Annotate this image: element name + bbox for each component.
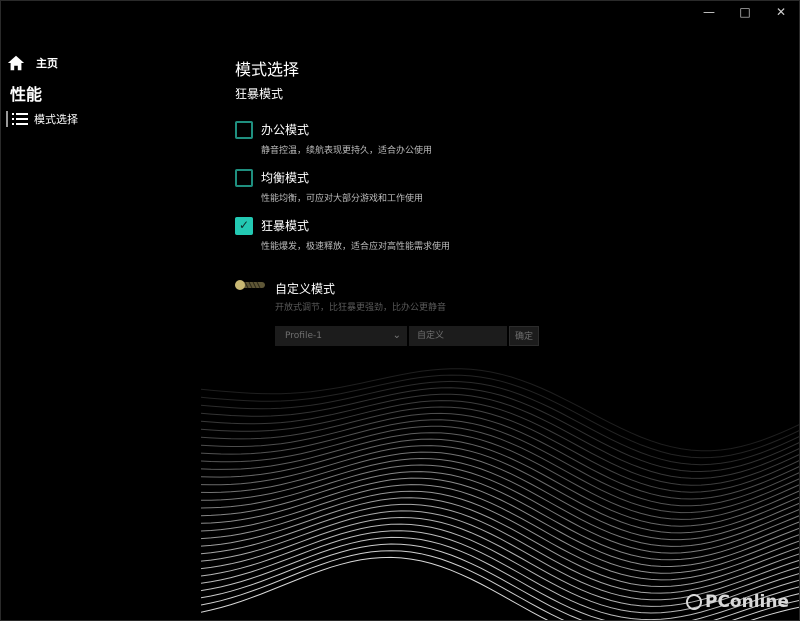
option-desc: 性能爆发，极速释放，适合应对高性能需求使用 xyxy=(261,242,451,252)
option-label: 均衡模式 xyxy=(261,171,310,185)
list-icon xyxy=(12,113,28,125)
option-label: 办公模式 xyxy=(261,123,310,137)
custom-name-input[interactable]: 自定义 xyxy=(409,326,507,346)
wave-line xyxy=(201,380,799,466)
close-button[interactable]: ✕ xyxy=(763,1,799,23)
home-icon xyxy=(7,55,25,71)
current-mode: 狂暴模式 xyxy=(235,87,284,101)
wave-line xyxy=(201,406,799,493)
maximize-button[interactable]: □ xyxy=(727,1,763,23)
custom-mode-desc: 开放式调节，比狂暴更强劲，比办公更静音 xyxy=(275,303,447,313)
profile-select[interactable]: Profile-1 ⌄ xyxy=(275,326,407,346)
minimize-button[interactable]: — xyxy=(691,1,727,23)
sidebar-item-mode-select[interactable]: 模式选择 xyxy=(6,110,78,128)
check-icon: ✓ xyxy=(239,218,250,232)
wave-line xyxy=(201,374,799,459)
wave-line xyxy=(201,400,799,486)
home-label: 主页 xyxy=(36,57,58,70)
pconline-logo-icon xyxy=(685,594,702,610)
sidebar-home[interactable]: 主页 xyxy=(7,53,58,73)
chevron-down-icon: ⌄ xyxy=(392,330,401,341)
profile-select-value: Profile-1 xyxy=(285,331,322,341)
page-title: 模式选择 xyxy=(235,60,300,79)
sidebar-item-label: 模式选择 xyxy=(34,113,78,126)
app-window: — □ ✕ 主页 性能 模式选择 模式选择 狂暴模式 办公模式 静音控温，续航表… xyxy=(0,0,800,621)
office-checkbox[interactable] xyxy=(235,121,253,139)
beast-checkbox[interactable]: ✓ xyxy=(235,217,253,235)
watermark: PConline xyxy=(685,592,789,612)
option-desc: 静音控温，续航表现更持久，适合办公使用 xyxy=(261,146,433,156)
confirm-button[interactable]: 确定 xyxy=(509,326,539,346)
custom-toggle[interactable] xyxy=(235,280,265,290)
wave-background xyxy=(201,368,799,620)
balanced-checkbox[interactable] xyxy=(235,169,253,187)
option-desc: 性能均衡，可应对大部分游戏和工作使用 xyxy=(261,194,424,204)
section-title: 性能 xyxy=(10,85,43,104)
window-controls: — □ ✕ xyxy=(691,1,799,23)
wave-line xyxy=(201,393,799,479)
watermark-text: PConline xyxy=(704,592,789,612)
option-label: 狂暴模式 xyxy=(261,219,310,233)
active-indicator xyxy=(6,111,8,127)
custom-mode-label: 自定义模式 xyxy=(275,282,336,296)
